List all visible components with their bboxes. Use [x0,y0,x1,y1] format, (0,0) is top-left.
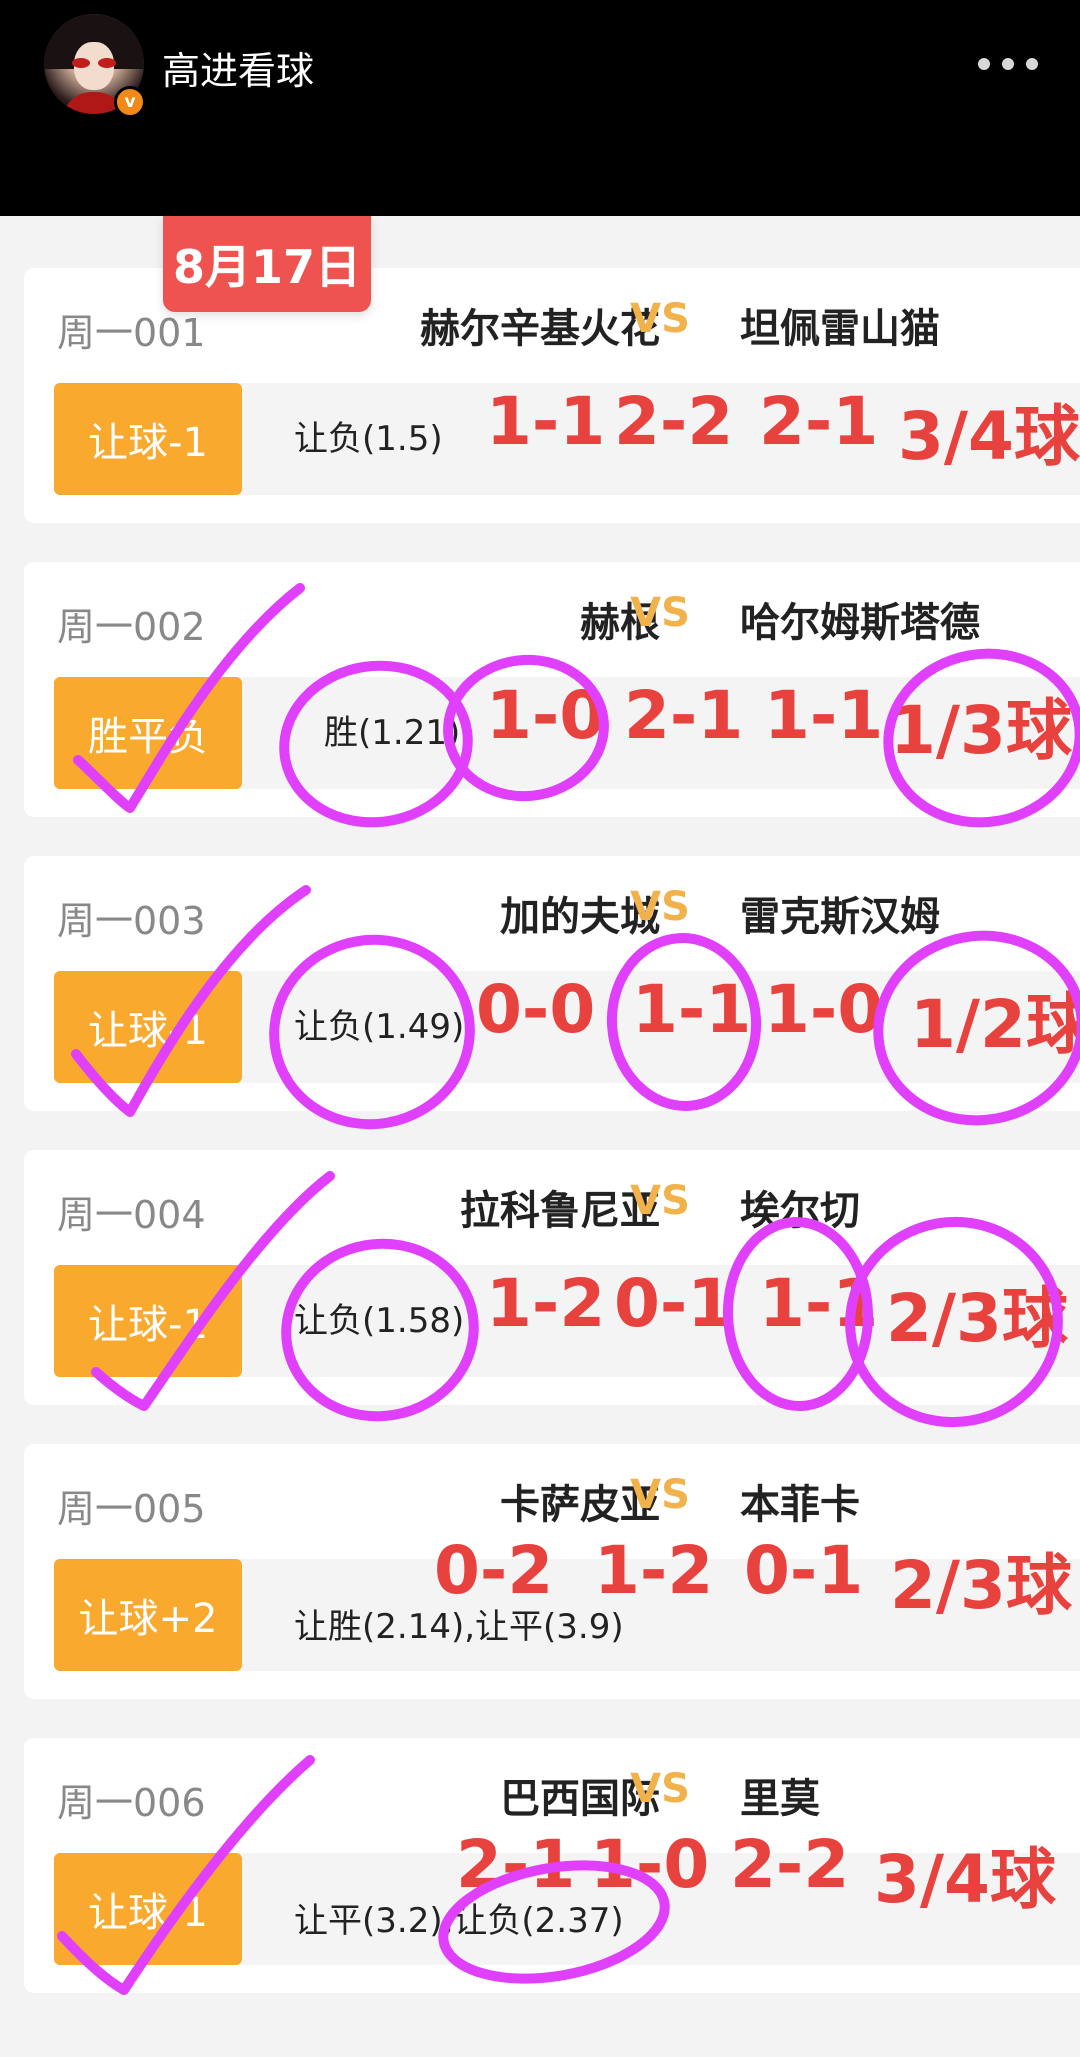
post-image: 8月17日 周一001 赫尔辛基火花 VS 坦佩雷山猫 让球-1 让负(1.5)… [0,216,1080,2057]
goals-prediction: 3/4球 [898,398,1080,475]
more-icon[interactable] [978,52,1038,76]
bet-type-badge: 让球-1 [54,1265,242,1377]
match-card: 周一002 赫根 VS 哈尔姆斯塔德 胜平负 胜(1.21) 1-0 2-1 1… [24,562,1080,817]
score-prediction: 2-2 [730,1826,850,1903]
bet-type-badge: 让球+2 [54,1559,242,1671]
score-predictions: 0-2 1-2 0-1 2/3球 [24,1444,1080,1624]
bet-odds: 胜(1.21) [324,713,461,753]
bet-odds: 让负(1.5) [294,419,443,459]
bet-type-badge: 让球-1 [54,1853,242,1965]
goals-prediction: 1/3球 [890,692,1072,769]
score-prediction: 1-2 [486,1265,606,1342]
score-prediction: 1-1 [759,1265,879,1342]
score-prediction: 2-1 [456,1826,576,1903]
score-predictions: 0-0 1-1 1-0 1/2球 [24,856,1080,1063]
goals-prediction: 2/3球 [890,1547,1072,1624]
bet-odds: 让负(1.58) [294,1301,465,1341]
match-card: 周一003 加的夫城 VS 雷克斯汉姆 让球-1 让负(1.49) 0-0 1-… [24,856,1080,1111]
score-prediction: 1-2 [594,1532,714,1609]
score-predictions: 2-1 1-0 2-2 3/4球 [24,1738,1080,1918]
bet-type-badge: 让球-1 [54,383,242,495]
score-prediction: 0-1 [744,1532,864,1609]
bet-type-badge: 让球-1 [54,971,242,1083]
score-prediction: 2-2 [614,383,734,460]
goals-prediction: 1/2球 [910,986,1080,1063]
score-predictions: 1-0 2-1 1-1 1/3球 [24,562,1080,769]
score-prediction: 1-1 [764,677,884,754]
date-tag: 8月17日 [163,216,371,312]
score-prediction: 0-0 [476,971,596,1048]
username[interactable]: 高进看球 [162,40,314,95]
score-prediction: 1-1 [486,383,606,460]
score-prediction: 0-2 [434,1532,554,1609]
score-prediction: 2-1 [759,383,879,460]
score-prediction: 1-1 [632,971,752,1048]
bet-type-badge: 胜平负 [54,677,242,789]
score-prediction: 1-0 [590,1826,710,1903]
match-card: 周一004 拉科鲁尼亚 VS 埃尔切 让球-1 让负(1.58) 1-2 0-1… [24,1150,1080,1405]
verified-badge-icon: v [114,86,146,118]
score-prediction: 2-1 [624,677,744,754]
post-header: v 高进看球 [0,0,1080,216]
match-card: 周一006 巴西国际 VS 里莫 让球-1 让平(3.2),让负(2.37) 2… [24,1738,1080,1993]
score-prediction: 1-0 [764,971,884,1048]
goals-prediction: 2/3球 [886,1280,1068,1357]
score-prediction: 1-0 [486,677,606,754]
bet-odds: 让负(1.49) [294,1007,465,1047]
match-card: 周一005 卡萨皮亚 VS 本菲卡 让球+2 让胜(2.14),让平(3.9) … [24,1444,1080,1699]
score-prediction: 0-1 [614,1265,734,1342]
goals-prediction: 3/4球 [874,1841,1056,1918]
score-predictions: 1-2 0-1 1-1 2/3球 [24,1150,1080,1357]
